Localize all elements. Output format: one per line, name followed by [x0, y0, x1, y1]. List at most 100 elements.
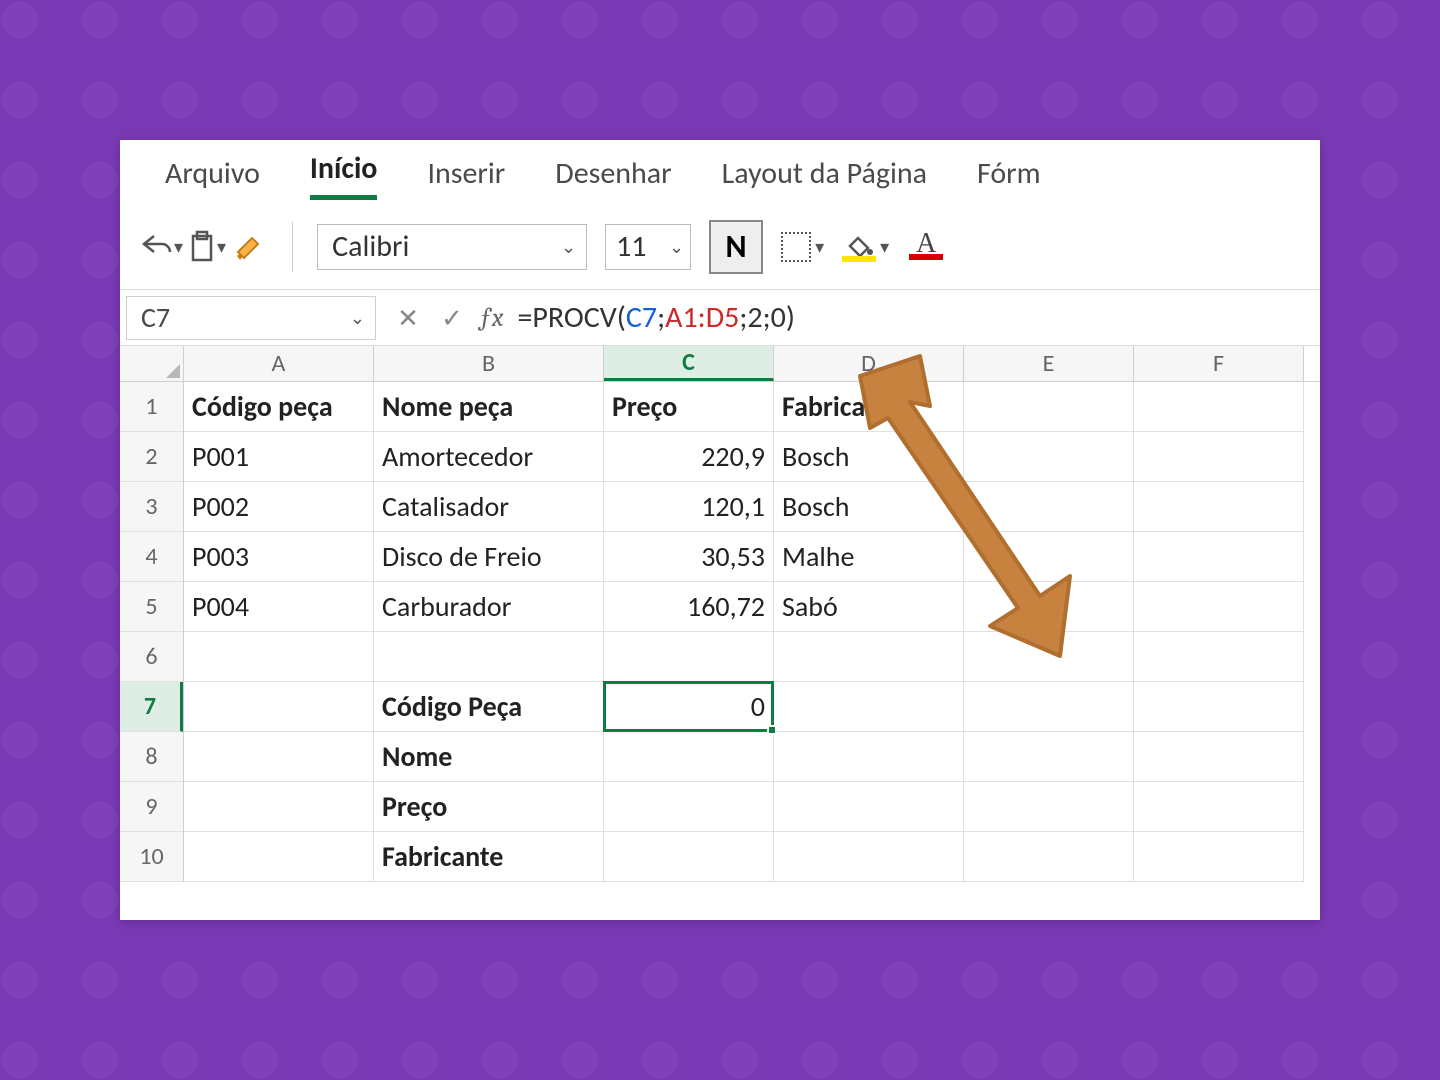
cell-E10[interactable]: [964, 832, 1134, 882]
row-header-9[interactable]: 9: [120, 782, 183, 832]
cell-C5[interactable]: 160,72: [604, 582, 774, 632]
cell-D8[interactable]: [774, 732, 964, 782]
cell-D6[interactable]: [774, 632, 964, 682]
cell-E5[interactable]: [964, 582, 1134, 632]
cell-B7[interactable]: Código Peça: [374, 682, 604, 732]
format-painter-button[interactable]: [230, 228, 268, 266]
cell-B4[interactable]: Disco de Freio: [374, 532, 604, 582]
tab-layout-da-pagina[interactable]: Layout da Página: [722, 155, 927, 200]
cell-C2[interactable]: 220,9: [604, 432, 774, 482]
cell-E1[interactable]: [964, 382, 1134, 432]
cell-E7[interactable]: [964, 682, 1134, 732]
cell-F4[interactable]: [1134, 532, 1304, 582]
cell-E9[interactable]: [964, 782, 1134, 832]
cell-F8[interactable]: [1134, 732, 1304, 782]
cell-F7[interactable]: [1134, 682, 1304, 732]
cell-A10[interactable]: [184, 832, 374, 882]
cell-B1[interactable]: Nome peça: [374, 382, 604, 432]
column-header-E[interactable]: E: [964, 346, 1134, 381]
cell-D10[interactable]: [774, 832, 964, 882]
cancel-formula-button[interactable]: ✕: [386, 302, 430, 334]
cell-C6[interactable]: [604, 632, 774, 682]
cell-F2[interactable]: [1134, 432, 1304, 482]
cell-A3[interactable]: P002: [184, 482, 374, 532]
column-header-D[interactable]: D: [774, 346, 964, 381]
cell-B10[interactable]: Fabricante: [374, 832, 604, 882]
cell-B5[interactable]: Carburador: [374, 582, 604, 632]
cell-E3[interactable]: [964, 482, 1134, 532]
row-header-8[interactable]: 8: [120, 732, 183, 782]
tab-desenhar[interactable]: Desenhar: [555, 155, 671, 200]
cell-C4[interactable]: 30,53: [604, 532, 774, 582]
cell-D7[interactable]: [774, 682, 964, 732]
cell-D4[interactable]: Malhe: [774, 532, 964, 582]
cell-A2[interactable]: P001: [184, 432, 374, 482]
cell-F5[interactable]: [1134, 582, 1304, 632]
cell-A6[interactable]: [184, 632, 374, 682]
font-name-select[interactable]: Calibri ⌄: [317, 224, 587, 270]
tab-inserir[interactable]: Inserir: [427, 155, 505, 200]
cell-A5[interactable]: P004: [184, 582, 374, 632]
cell-A1[interactable]: Código peça: [184, 382, 374, 432]
font-size-select[interactable]: 11 ⌄: [605, 224, 691, 270]
cell-A8[interactable]: [184, 732, 374, 782]
grid-body[interactable]: Código peçaNome peçaPreçoFabricanteP001A…: [184, 382, 1320, 920]
row-header-6[interactable]: 6: [120, 632, 183, 682]
cell-E2[interactable]: [964, 432, 1134, 482]
row-header-7[interactable]: 7: [120, 682, 183, 732]
cell-D5[interactable]: Sabó: [774, 582, 964, 632]
cell-F9[interactable]: [1134, 782, 1304, 832]
cell-B6[interactable]: [374, 632, 604, 682]
select-all-corner[interactable]: [120, 346, 184, 382]
column-header-A[interactable]: A: [184, 346, 374, 381]
cell-D3[interactable]: Bosch: [774, 482, 964, 532]
tab-formulas[interactable]: Fórm: [977, 155, 1041, 200]
font-color-icon: A: [909, 234, 943, 260]
row-header-5[interactable]: 5: [120, 582, 183, 632]
undo-button[interactable]: ▾: [140, 228, 183, 266]
cell-C3[interactable]: 120,1: [604, 482, 774, 532]
formula-input[interactable]: =PROCV(C7;A1:D5;2;0): [517, 296, 1320, 340]
cell-A4[interactable]: P003: [184, 532, 374, 582]
cell-B9[interactable]: Preço: [374, 782, 604, 832]
row-header-2[interactable]: 2: [120, 432, 183, 482]
cell-F3[interactable]: [1134, 482, 1304, 532]
tab-inicio[interactable]: Início: [310, 150, 378, 200]
fx-icon[interactable]: ƒx: [480, 303, 503, 333]
row-header-4[interactable]: 4: [120, 532, 183, 582]
column-header-F[interactable]: F: [1134, 346, 1304, 381]
cell-D1[interactable]: Fabricante: [774, 382, 964, 432]
spreadsheet[interactable]: ABCDEF 12345678910 Código peçaNome peçaP…: [120, 346, 1320, 920]
font-color-button[interactable]: A: [907, 228, 945, 266]
fill-color-button[interactable]: ▾: [842, 228, 889, 266]
cell-D2[interactable]: Bosch: [774, 432, 964, 482]
cell-B8[interactable]: Nome: [374, 732, 604, 782]
cell-C7[interactable]: 0: [604, 682, 774, 732]
tab-arquivo[interactable]: Arquivo: [165, 155, 260, 200]
column-header-B[interactable]: B: [374, 346, 604, 381]
row-header-10[interactable]: 10: [120, 832, 183, 882]
row-header-3[interactable]: 3: [120, 482, 183, 532]
accept-formula-button[interactable]: ✓: [430, 302, 474, 334]
bold-button[interactable]: N: [709, 220, 763, 274]
borders-button[interactable]: ▾: [781, 228, 824, 266]
cell-E6[interactable]: [964, 632, 1134, 682]
cell-D9[interactable]: [774, 782, 964, 832]
cell-E4[interactable]: [964, 532, 1134, 582]
cell-C1[interactable]: Preço: [604, 382, 774, 432]
paste-button[interactable]: ▾: [187, 228, 226, 266]
cell-F6[interactable]: [1134, 632, 1304, 682]
name-box[interactable]: C7 ⌄: [126, 296, 376, 340]
cell-B3[interactable]: Catalisador: [374, 482, 604, 532]
column-header-C[interactable]: C: [604, 346, 774, 381]
cell-A9[interactable]: [184, 782, 374, 832]
cell-E8[interactable]: [964, 732, 1134, 782]
cell-F10[interactable]: [1134, 832, 1304, 882]
cell-C10[interactable]: [604, 832, 774, 882]
cell-C9[interactable]: [604, 782, 774, 832]
cell-B2[interactable]: Amortecedor: [374, 432, 604, 482]
cell-A7[interactable]: [184, 682, 374, 732]
row-header-1[interactable]: 1: [120, 382, 183, 432]
cell-C8[interactable]: [604, 732, 774, 782]
cell-F1[interactable]: [1134, 382, 1304, 432]
